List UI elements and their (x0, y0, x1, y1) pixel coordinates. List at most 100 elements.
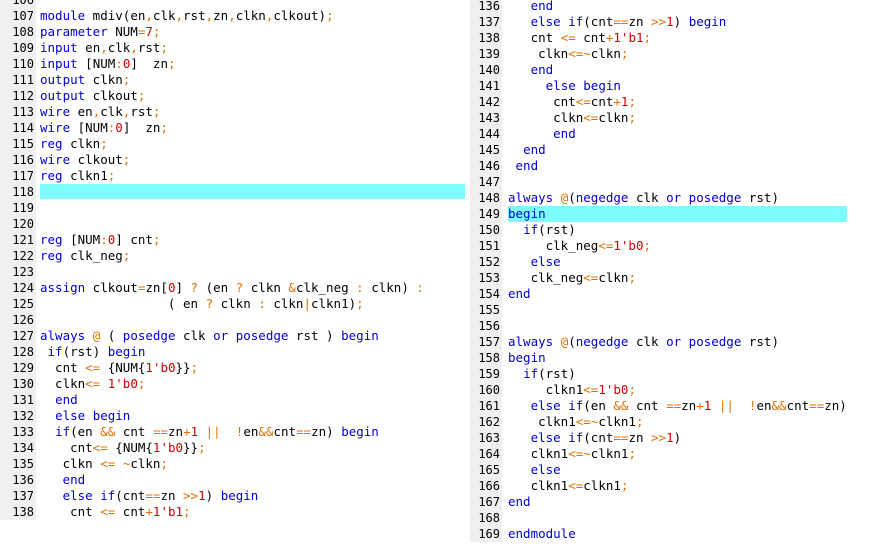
code-line-text[interactable]: input en,clk,rst; (40, 40, 168, 56)
code-line-text[interactable]: input [NUM:0] zn; (40, 56, 176, 72)
code-line[interactable]: 134 cnt<= {NUM{1'b0}}; (0, 440, 466, 456)
code-line[interactable]: 148 always @(negedge clk or posedge rst) (470, 190, 880, 206)
code-line-text[interactable]: end (508, 142, 546, 158)
code-line[interactable]: 169 endmodule (470, 526, 880, 542)
code-line[interactable]: 146 end (470, 158, 880, 174)
code-line[interactable]: 137 else if(cnt==zn >>1) begin (470, 14, 880, 30)
code-line[interactable]: 118 (0, 184, 466, 200)
code-line-text[interactable]: else if(cnt==zn >>1) begin (40, 488, 259, 504)
code-line-text[interactable]: end (508, 286, 531, 302)
code-line-text[interactable]: reg [NUM:0] cnt; (40, 232, 160, 248)
code-line[interactable]: 123 (0, 264, 466, 280)
code-line[interactable]: 155 (470, 302, 880, 318)
code-line-text[interactable]: clk_neg<=clkn; (508, 270, 636, 286)
code-line[interactable]: 159 if(rst) (470, 366, 880, 382)
code-line-text[interactable]: cnt<=cnt+1; (508, 94, 636, 110)
code-line[interactable]: 127 always @ ( posedge clk or posedge rst… (0, 328, 466, 344)
code-line-text[interactable]: parameter NUM=7; (40, 24, 160, 40)
code-line[interactable]: 121 reg [NUM:0] cnt; (0, 232, 466, 248)
code-line-text[interactable]: wire clkout; (40, 152, 130, 168)
code-line-text[interactable]: begin (508, 206, 847, 222)
code-line-text[interactable]: output clkn; (40, 72, 130, 88)
code-line-text[interactable]: else if(cnt==zn >>1) (508, 430, 682, 446)
code-line-text[interactable]: clkn<=~clkn; (508, 46, 628, 62)
code-line-text[interactable]: clkn<=clkn; (508, 110, 636, 126)
code-line[interactable]: 110 input [NUM:0] zn; (0, 56, 466, 72)
code-line[interactable]: 141 else begin (470, 78, 880, 94)
code-line-text[interactable]: output clkout; (40, 88, 145, 104)
code-line-text[interactable]: else begin (40, 408, 130, 424)
code-column-left[interactable]: 106 107 module mdiv(en,clk,rst,zn,clkn,clk… (0, 0, 466, 520)
code-line[interactable]: 160 clkn1<=1'b0; (470, 382, 880, 398)
code-line[interactable]: 152 else (470, 254, 880, 270)
code-line[interactable]: 129 cnt <= {NUM{1'b0}}; (0, 360, 466, 376)
code-line[interactable]: 111 output clkn; (0, 72, 466, 88)
code-line[interactable]: 126 (0, 312, 466, 328)
code-line[interactable]: 165 else (470, 462, 880, 478)
code-line-text[interactable]: clkn1<=1'b0; (508, 382, 636, 398)
code-line-text[interactable]: endmodule (508, 526, 576, 542)
code-line-text[interactable]: clkn <= ~clkn; (40, 456, 168, 472)
code-line-text[interactable]: ( en ? clkn : clkn|clkn1); (40, 296, 364, 312)
code-line-text[interactable]: if(en && cnt ==zn+1 || !en&&cnt==zn) beg… (40, 424, 379, 440)
code-line-text[interactable]: always @(negedge clk or posedge rst) (508, 334, 779, 350)
code-line[interactable]: 142 cnt<=cnt+1; (470, 94, 880, 110)
code-line[interactable]: 150 if(rst) (470, 222, 880, 238)
code-line[interactable]: 116 wire clkout; (0, 152, 466, 168)
code-line[interactable]: 114 wire [NUM:0] zn; (0, 120, 466, 136)
code-line-text[interactable]: wire [NUM:0] zn; (40, 120, 168, 136)
code-line[interactable]: 136 end (470, 0, 880, 14)
code-line-text[interactable]: cnt <= cnt+1'b1; (40, 504, 190, 520)
code-line[interactable]: 117 reg clkn1; (0, 168, 466, 184)
code-line[interactable]: 107 module mdiv(en,clk,rst,zn,clkn,clkout… (0, 8, 466, 24)
code-line[interactable]: 140 end (470, 62, 880, 78)
code-line[interactable]: 112 output clkout; (0, 88, 466, 104)
code-line-text[interactable]: if(rst) (508, 222, 576, 238)
code-line-text[interactable]: wire en,clk,rst; (40, 104, 160, 120)
code-line[interactable]: 158 begin (470, 350, 880, 366)
code-line[interactable]: 154 end (470, 286, 880, 302)
code-line-text[interactable]: else if(cnt==zn >>1) begin (508, 14, 727, 30)
code-line-text[interactable]: else begin (508, 78, 621, 94)
code-line[interactable]: 106 (0, 0, 466, 8)
code-line[interactable]: 125 ( en ? clkn : clkn|clkn1); (0, 296, 466, 312)
code-line-text[interactable]: if(rst) begin (40, 344, 146, 360)
code-line[interactable]: 124 assign clkout=zn[0] ? (en ? clkn &clk… (0, 280, 466, 296)
code-line[interactable]: 151 clk_neg<=1'b0; (470, 238, 880, 254)
code-line-text[interactable]: clkn<= 1'b0; (40, 376, 145, 392)
code-line[interactable]: 130 clkn<= 1'b0; (0, 376, 466, 392)
code-line[interactable]: 139 clkn<=~clkn; (470, 46, 880, 62)
code-line-text[interactable]: begin (508, 350, 546, 366)
code-line-text[interactable]: cnt <= {NUM{1'b0}}; (40, 360, 198, 376)
code-line[interactable]: 133 if(en && cnt ==zn+1 || !en&&cnt==zn)… (0, 424, 466, 440)
code-line[interactable]: 119 (0, 200, 466, 216)
code-line-text[interactable]: cnt <= cnt+1'b1; (508, 30, 651, 46)
code-line-text[interactable]: end (508, 158, 539, 174)
code-line[interactable]: 131 end (0, 392, 466, 408)
code-line-text[interactable]: assign clkout=zn[0] ? (en ? clkn &clk_ne… (40, 280, 424, 296)
code-line-text[interactable]: end (40, 472, 86, 488)
code-line[interactable]: 145 end (470, 142, 880, 158)
code-line[interactable]: 143 clkn<=clkn; (470, 110, 880, 126)
code-line[interactable]: 120 (0, 216, 466, 232)
code-line-text[interactable]: else (508, 462, 561, 478)
code-line[interactable]: 149 begin (470, 206, 880, 222)
code-line-text[interactable]: else if(en && cnt ==zn+1 || !en&&cnt==zn… (508, 398, 847, 414)
code-line[interactable]: 167 end (470, 494, 880, 510)
code-line[interactable]: 115 reg clkn; (0, 136, 466, 152)
code-line[interactable]: 128 if(rst) begin (0, 344, 466, 360)
code-line[interactable]: 138 cnt <= cnt+1'b1; (0, 504, 466, 520)
code-line-text[interactable]: end (508, 494, 531, 510)
code-line-text[interactable]: clk_neg<=1'b0; (508, 238, 651, 254)
code-line[interactable]: 156 (470, 318, 880, 334)
code-line[interactable]: 136 end (0, 472, 466, 488)
code-line[interactable]: 138 cnt <= cnt+1'b1; (470, 30, 880, 46)
code-line[interactable]: 162 clkn1<=~clkn1; (470, 414, 880, 430)
code-line[interactable]: 164 clkn1<=~clkn1; (470, 446, 880, 462)
code-line[interactable]: 153 clk_neg<=clkn; (470, 270, 880, 286)
code-line[interactable]: 108 parameter NUM=7; (0, 24, 466, 40)
code-line-text[interactable]: end (508, 126, 576, 142)
code-line-text[interactable]: always @ ( posedge clk or posedge rst ) … (40, 328, 379, 344)
code-line-text[interactable]: reg clkn; (40, 136, 108, 152)
code-line[interactable]: 135 clkn <= ~clkn; (0, 456, 466, 472)
